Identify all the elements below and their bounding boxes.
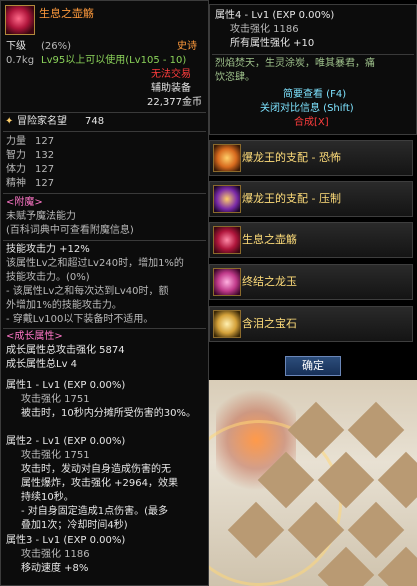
attr2-desc-2: 属性爆炸，攻击强化 +2964，效果 — [21, 478, 179, 489]
synthesize-link[interactable]: 合成[X] — [294, 117, 329, 129]
divider — [3, 112, 206, 113]
item-tooltip: 生息之壶觞 下级 (26%) 史诗 0.7kg Lv95以上可以使用(Lv105… — [0, 0, 209, 586]
confirm-button[interactable]: 确定 — [285, 356, 341, 376]
list-item-label: 爆龙王的支配 - 恐怖 — [242, 151, 341, 164]
stat-int-value: 132 — [35, 150, 55, 161]
attr2-extra-2: 叠加1次；冷却时间4秒) — [21, 520, 128, 531]
divider — [212, 54, 414, 55]
divider — [3, 240, 206, 241]
fame-label: 冒险家名望 — [17, 116, 67, 127]
skill-desc-5: - 穿戴Lv100以下装备时不适用。 — [6, 314, 154, 325]
flavor-text-1: 烈焰焚天，生灵涂炭，唯其暴君，痛 — [215, 58, 375, 69]
growth-total-atk: 成长属性总攻击强化 5874 — [6, 345, 125, 356]
growth-title: <成长属性> — [6, 331, 63, 342]
attr3-desc: 移动速度 +8% — [21, 563, 89, 574]
floor-tile — [377, 451, 417, 509]
list-item-tear-gem[interactable]: 含泪之宝石 — [209, 306, 413, 342]
level-requirement: Lv95以上可以使用(Lv105 - 10) — [41, 55, 187, 66]
list-item-label: 爆龙王的支配 - 压制 — [242, 192, 341, 205]
dragon-emblem-icon — [213, 144, 241, 172]
pot-icon — [213, 226, 241, 254]
stat-vit-value: 127 — [35, 164, 55, 175]
background-scene — [206, 380, 417, 586]
skill-desc-1: 该属性Lv之和超过Lv240时，增加1%的 — [6, 258, 184, 269]
gem-icon — [213, 310, 241, 338]
enchant-hint: (百科词典中可查看附魔信息) — [6, 225, 134, 236]
skill-desc-4: 外增加1%的技能攻击力。 — [6, 300, 122, 311]
list-item-label: 终结之龙玉 — [242, 275, 297, 288]
attr2-atk: 攻击强化 1751 — [21, 450, 90, 461]
attr1-atk: 攻击强化 1751 — [21, 394, 90, 405]
stat-str-label: 力量 — [6, 136, 26, 147]
brief-view-link[interactable]: 简要查看 (F4) — [283, 89, 346, 101]
divider — [3, 193, 206, 194]
compare-panel: 属性4 - Lv1 (EXP 0.00%) 攻击强化 1186 所有属性强化 +… — [209, 4, 417, 135]
list-item-pot[interactable]: 生息之壶觞 — [209, 222, 413, 258]
stat-spi-value: 127 — [35, 178, 55, 189]
item-price: 22,377金币 — [147, 97, 202, 108]
attr4-head: 属性4 - Lv1 (EXP 0.00%) — [215, 10, 335, 21]
list-item-label: 生息之壶觞 — [242, 233, 297, 246]
item-weight: 0.7kg — [6, 55, 35, 66]
floor-tile — [377, 546, 417, 586]
attr2-desc-3: 持续10秒。 — [21, 492, 74, 503]
attr1-desc: 被击时，10秒内分摊所受伤害的30%。 — [21, 408, 196, 419]
divider — [3, 328, 206, 329]
enchant-title: <附魔> — [6, 197, 43, 208]
list-item-label: 含泪之宝石 — [242, 317, 297, 330]
stat-spi-label: 精神 — [6, 178, 26, 189]
item-type: 辅助装备 — [151, 83, 191, 94]
attr4-all-stat: 所有属性强化 +10 — [230, 38, 315, 49]
dragon-emblem-icon — [213, 185, 241, 213]
attr3-atk: 攻击强化 1186 — [21, 549, 90, 560]
floor-tile — [347, 501, 405, 559]
list-item-dragon-fear[interactable]: 爆龙王的支配 - 恐怖 — [209, 140, 413, 176]
floor-tile — [347, 401, 405, 459]
fame-value: 748 — [85, 116, 105, 127]
stat-vit-label: 体力 — [6, 164, 26, 175]
attr4-atk: 攻击强化 1186 — [230, 24, 299, 35]
enchant-status: 未赋予魔法能力 — [6, 211, 76, 222]
stat-int-label: 智力 — [6, 150, 26, 161]
skill-atk: 技能攻击力 +12% — [6, 244, 90, 255]
divider — [3, 131, 206, 132]
item-name: 生息之壶觞 — [39, 7, 94, 20]
flavor-text-2: 饮恣肆。 — [215, 72, 255, 83]
item-grade-pct: (26%) — [41, 41, 72, 52]
item-rarity: 史诗 — [177, 41, 197, 52]
skill-desc-2: 技能攻击力。(0%) — [6, 272, 90, 283]
stat-str-value: 127 — [35, 136, 55, 147]
list-item-dragon-jade[interactable]: 终结之龙玉 — [209, 264, 413, 300]
trade-status: 无法交易 — [151, 69, 191, 80]
skill-desc-3: - 该属性Lv之和每次达到Lv40时，额 — [6, 286, 169, 297]
pot-icon — [5, 5, 35, 35]
item-grade: 下级 — [6, 41, 26, 52]
growth-total-lv: 成长属性总Lv 4 — [6, 359, 78, 370]
attr1-head: 属性1 - Lv1 (EXP 0.00%) — [6, 380, 126, 391]
attr2-extra-1: - 对自身固定造成1点伤害。(最多 — [21, 506, 169, 517]
jade-icon — [213, 268, 241, 296]
fame-icon: ✦ — [5, 116, 14, 127]
close-compare-link[interactable]: 关闭对比信息 (Shift) — [260, 103, 354, 115]
floor-tile — [317, 546, 375, 586]
attr2-desc-1: 攻击时，发动对自身造成伤害的无 — [21, 464, 171, 475]
list-item-dragon-suppress[interactable]: 爆龙王的支配 - 压制 — [209, 181, 413, 217]
attr3-head: 属性3 - Lv1 (EXP 0.00%) — [6, 535, 126, 546]
attr2-head: 属性2 - Lv1 (EXP 0.00%) — [6, 436, 126, 447]
